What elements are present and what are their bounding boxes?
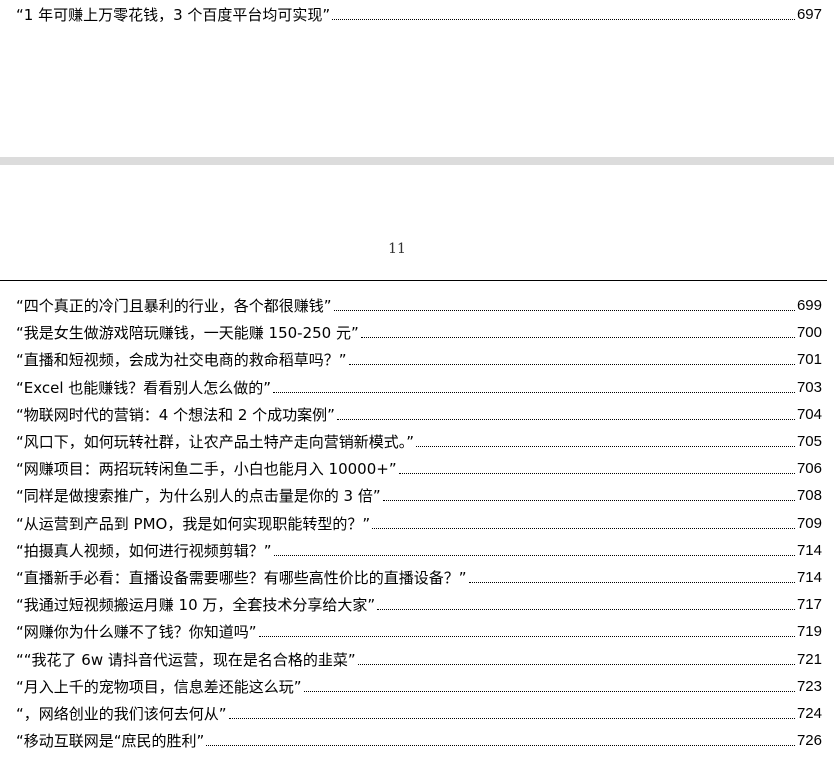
toc-entry[interactable]: “同样是做搜索推广，为什么别人的点击量是你的 3 倍” 708 — [16, 484, 822, 506]
toc-leader-dots — [468, 582, 795, 583]
toc-entry-page: 714 — [796, 569, 822, 586]
toc-entry[interactable]: “从运营到产品到 PMO，我是如何实现职能转型的？” 709 — [16, 512, 822, 534]
toc-entry-page: 717 — [796, 596, 822, 614]
toc-entry-page: 714 — [796, 541, 822, 559]
toc-entry-page: 709 — [796, 514, 822, 532]
toc-entry[interactable]: “我是女生做游戏陪玩赚钱，一天能赚 150-250 元” 700 — [16, 321, 822, 343]
toc-entry-page: 723 — [796, 677, 822, 695]
toc-entry[interactable]: “Excel 也能赚钱？看看别人怎么做的” 703 — [16, 376, 822, 398]
toc-entry-title: “从运营到产品到 PMO，我是如何实现职能转型的？” — [16, 514, 371, 533]
toc-entry-page: 726 — [796, 732, 822, 750]
toc-entry-page: 706 — [796, 460, 822, 478]
toc-entry-title: “网赚项目：两招玩转闲鱼二手，小白也能月入 10000+” — [16, 460, 397, 479]
toc-entry[interactable]: “直播和短视频，会成为社交电商的救命稻草吗？” 701 — [16, 348, 822, 370]
toc-entry-title: “我是女生做游戏陪玩赚钱，一天能赚 150-250 元” — [16, 324, 359, 343]
toc-entry-title: “直播新手必看：直播设备需要哪些？有哪些高性价比的直播设备？” — [16, 569, 467, 587]
toc-entry[interactable]: “直播新手必看：直播设备需要哪些？有哪些高性价比的直播设备？” 714 — [16, 566, 822, 588]
toc-entry[interactable]: “拍摄真人视频，如何进行视频剪辑？” 714 — [16, 539, 822, 561]
toc-entry-title: “四个真正的冷门且暴利的行业，各个都很赚钱” — [16, 297, 332, 315]
toc-leader-dots — [382, 500, 795, 502]
toc-entry-title: “月入上千的宠物项目，信息差还能这么玩” — [16, 677, 302, 696]
toc-entry-page: 699 — [796, 297, 822, 314]
toc-leader-dots — [360, 337, 795, 339]
toc-entry-page: 703 — [796, 378, 822, 396]
toc-leader-dots — [206, 745, 795, 747]
toc-leader-dots — [303, 690, 795, 692]
toc-entry-title: “直播和短视频，会成为社交电商的救命稻草吗？” — [16, 351, 347, 370]
toc-entry[interactable]: “网赚你为什么赚不了钱？你知道吗” 719 — [16, 620, 822, 642]
toc-entry-title: “物联网时代的营销：4 个想法和 2 个成功案例” — [16, 405, 335, 424]
toc-entry-title: “风口下，如何玩转社群，让农产品土特产走向营销新模式。” — [16, 433, 415, 451]
toc-leader-dots — [273, 391, 795, 393]
toc-entry[interactable]: “月入上千的宠物项目，信息差还能这么玩” 723 — [16, 675, 822, 697]
toc-entry-page: 719 — [796, 623, 822, 641]
toc-leader-dots — [348, 364, 795, 366]
toc-entry[interactable]: “，网络创业的我们该何去何从” 724 — [16, 702, 822, 724]
toc-leader-dots — [416, 446, 795, 447]
toc-entry-page: 708 — [796, 487, 822, 505]
toc-entry[interactable]: “风口下，如何玩转社群，让农产品土特产走向营销新模式。” 705 — [16, 430, 822, 452]
toc-entry-title: “网赚你为什么赚不了钱？你知道吗” — [16, 623, 257, 642]
toc-entry-page: 700 — [796, 324, 822, 342]
toc-entry[interactable]: “四个真正的冷门且暴利的行业，各个都很赚钱” 699 — [16, 294, 822, 316]
toc-entry-title: “移动互联网是“庶民的胜利” — [16, 732, 205, 751]
toc-entry-title: “，网络创业的我们该何去何从” — [16, 705, 227, 723]
toc-entry-page: 704 — [796, 405, 822, 423]
toc-entry-title: “拍摄真人视频，如何进行视频剪辑？” — [16, 541, 272, 560]
toc-leader-dots — [377, 609, 795, 611]
toc-leader-dots — [357, 663, 795, 665]
toc-entry-title: ““我花了 6w 请抖音代运营，现在是名合格的韭菜” — [16, 650, 356, 669]
toc-leader-dots — [228, 718, 795, 719]
toc-entry-title: “同样是做搜索推广，为什么别人的点击量是你的 3 倍” — [16, 487, 381, 506]
toc-entry-page: 701 — [796, 351, 822, 369]
toc-leader-dots — [336, 418, 795, 420]
toc-entry-page: 724 — [796, 705, 822, 722]
toc-entry[interactable]: “我通过短视频搬运月赚 10 万，全套技术分享给大家” 717 — [16, 593, 822, 615]
toc-entry-page: 721 — [796, 650, 822, 668]
toc-leader-dots — [273, 554, 795, 556]
toc-entry[interactable]: “网赚项目：两招玩转闲鱼二手，小白也能月入 10000+” 706 — [16, 457, 822, 479]
toc-leader-dots — [333, 310, 795, 311]
toc-list: “四个真正的冷门且暴利的行业，各个都很赚钱” 699 “我是女生做游戏陪玩赚钱，一天… — [0, 0, 834, 759]
toc-leader-dots — [258, 636, 795, 638]
toc-entry-title: “我通过短视频搬运月赚 10 万，全套技术分享给大家” — [16, 596, 376, 615]
toc-entry-page: 705 — [796, 433, 822, 450]
toc-entry[interactable]: “移动互联网是“庶民的胜利” 726 — [16, 729, 822, 751]
toc-leader-dots — [372, 527, 795, 529]
toc-entry[interactable]: ““我花了 6w 请抖音代运营，现在是名合格的韭菜” 721 — [16, 648, 822, 670]
toc-entry[interactable]: “物联网时代的营销：4 个想法和 2 个成功案例” 704 — [16, 403, 822, 425]
toc-entry-title: “Excel 也能赚钱？看看别人怎么做的” — [16, 378, 272, 397]
toc-leader-dots — [398, 473, 795, 475]
